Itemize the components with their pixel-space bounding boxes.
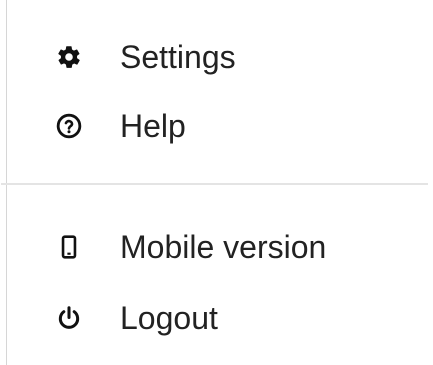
gear-icon bbox=[56, 44, 82, 70]
menu-item-label: Help bbox=[120, 108, 186, 144]
menu-item-settings[interactable]: Settings bbox=[1, 29, 428, 85]
menu-item-logout[interactable]: Logout bbox=[1, 290, 428, 346]
user-dropdown-menu: Settings Help Mobile version Logout bbox=[1, 0, 433, 365]
menu-item-label: Settings bbox=[120, 39, 236, 75]
menu-divider bbox=[1, 183, 428, 185]
question-circle-icon bbox=[56, 113, 82, 139]
mobile-phone-icon bbox=[56, 234, 82, 260]
menu-item-label: Logout bbox=[120, 300, 218, 336]
menu-item-help[interactable]: Help bbox=[1, 98, 428, 154]
menu-item-label: Mobile version bbox=[120, 229, 327, 265]
menu-item-mobile-version[interactable]: Mobile version bbox=[1, 219, 428, 275]
power-icon bbox=[56, 305, 82, 331]
